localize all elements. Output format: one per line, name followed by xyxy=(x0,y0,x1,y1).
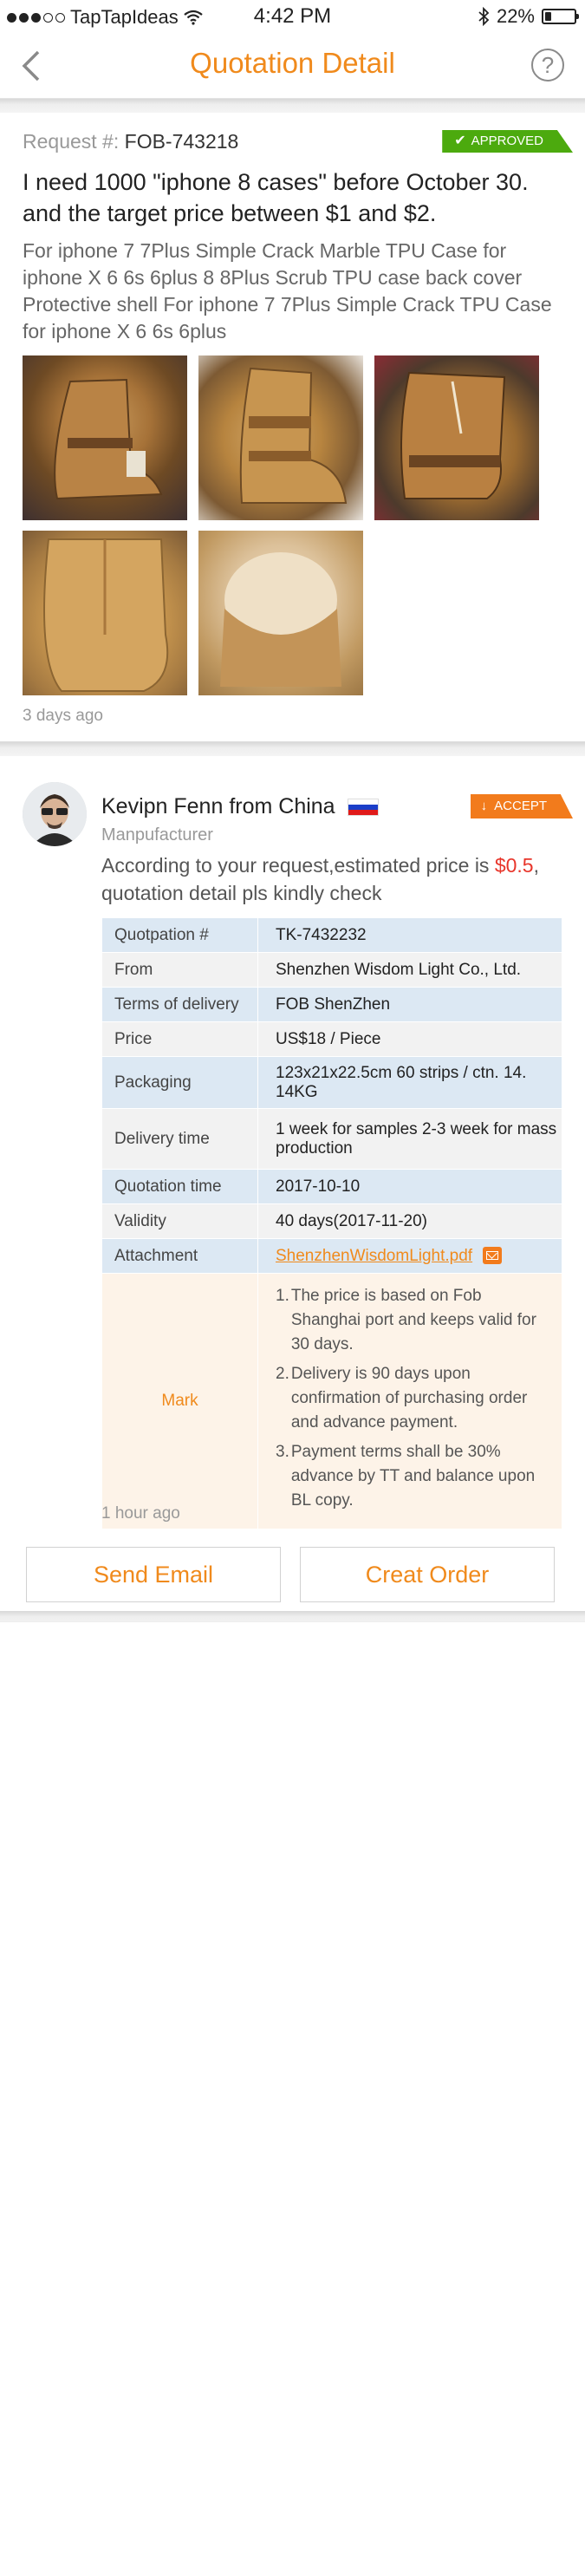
quotation-time-label: Quotation time xyxy=(101,1169,258,1204)
offer-message: According to your request,estimated pric… xyxy=(101,851,569,907)
status-bar: TapTapIdeas 4:42 PM 22% xyxy=(0,0,585,33)
request-description: For iphone 7 7Plus Simple Crack Marble T… xyxy=(23,239,552,342)
request-number: Request #: FOB-743218 xyxy=(23,130,238,153)
section-divider xyxy=(0,99,585,113)
table-row: From Shenzhen Wisdom Light Co., Ltd. xyxy=(101,952,562,988)
delivery-label: Delivery time xyxy=(101,1108,258,1170)
table-row: Terms of delivery FOB ShenZhen xyxy=(101,987,562,1022)
table-row: Attachment ShenzhenWisdomLight.pdf xyxy=(101,1238,562,1274)
table-row: Mark 1. The price is based on Fob Shangha… xyxy=(101,1273,562,1529)
request-card: Request #: FOB-743218 ✔ APPROVED I need … xyxy=(0,113,585,742)
table-row: Quotpation # TK-7432232 xyxy=(101,917,562,953)
approved-label: APPROVED xyxy=(471,134,543,148)
table-row: Delivery time 1 week for samples 2-3 wee… xyxy=(101,1108,562,1170)
boot-photo-4[interactable] xyxy=(23,531,187,695)
terms-value: FOB ShenZhen xyxy=(257,987,562,1022)
accept-label: ACCEPT xyxy=(494,799,547,813)
terms-label: Terms of delivery xyxy=(101,987,258,1022)
check-icon: ✔ xyxy=(454,134,466,148)
mark-notes-cell: 1. The price is based on Fob Shanghai por… xyxy=(257,1273,562,1529)
boot-photo-3[interactable] xyxy=(374,355,539,520)
offer-card: Kevipn Fenn from China Manpufacturer ↓ A… xyxy=(0,756,585,1611)
boot-photo-1[interactable] xyxy=(23,355,187,520)
avatar[interactable] xyxy=(23,782,87,846)
offer-timestamp: 1 hour ago xyxy=(101,1504,180,1523)
list-item: 3. Payment terms shall be 30% advance by … xyxy=(276,1443,536,1510)
attachment-link[interactable]: ShenzhenWisdomLight.pdf xyxy=(276,1247,472,1265)
request-title: I need 1000 "iphone 8 cases" before Octo… xyxy=(23,169,529,226)
table-row: Validity 40 days(2017-11-20) xyxy=(101,1203,562,1239)
quotation-number-label: Quotpation # xyxy=(101,917,258,953)
table-row: Quotation time 2017-10-10 xyxy=(101,1169,562,1204)
seller-role: Manpufacturer xyxy=(101,825,213,845)
attachment-cell: ShenzhenWisdomLight.pdf xyxy=(257,1238,562,1274)
battery-percent: 22% xyxy=(496,5,535,27)
request-number-value: FOB-743218 xyxy=(124,130,239,153)
request-number-label: Request #: xyxy=(23,130,120,153)
from-value: Shenzhen Wisdom Light Co., Ltd. xyxy=(257,952,562,988)
validity-value: 40 days(2017-11-20) xyxy=(257,1203,562,1239)
create-order-button[interactable]: Creat Order xyxy=(300,1547,555,1602)
nav-bar: Quotation Detail ? xyxy=(0,33,585,99)
mail-icon[interactable] xyxy=(483,1247,503,1265)
table-row: Packaging 123x21x22.5cm 60 strips / ctn.… xyxy=(101,1056,562,1109)
price-label: Price xyxy=(101,1021,258,1057)
russia-flag-icon xyxy=(347,798,379,816)
from-label: From xyxy=(101,952,258,988)
empty-content-area xyxy=(0,1621,585,2576)
boot-photo-2[interactable] xyxy=(198,355,363,520)
photo-gallery xyxy=(23,355,560,695)
table-row: Price US$18 / Piece xyxy=(101,1021,562,1057)
bluetooth-icon xyxy=(478,7,490,26)
boot-photo-5[interactable] xyxy=(198,531,363,695)
mark-notes: 1. The price is based on Fob Shanghai por… xyxy=(276,1274,562,1529)
packaging-value: 123x21x22.5cm 60 strips / ctn. 14. 14KG xyxy=(257,1056,562,1109)
status-badge-approved: ✔ APPROVED xyxy=(442,130,573,153)
section-divider xyxy=(0,742,585,756)
mark-label: Mark xyxy=(101,1273,258,1529)
offer-message-prefix: According to your request,estimated pric… xyxy=(101,854,495,877)
price-value: US$18 / Piece xyxy=(257,1021,562,1057)
send-email-button[interactable]: Send Email xyxy=(26,1547,281,1602)
page-title: Quotation Detail xyxy=(190,47,395,79)
quotation-time-value: 2017-10-10 xyxy=(257,1169,562,1204)
quotation-number-value: TK-7432232 xyxy=(257,917,562,953)
arrow-down-icon: ↓ xyxy=(480,799,488,813)
delivery-value: 1 week for samples 2-3 week for mass pro… xyxy=(257,1108,562,1170)
seller-name-text: Kevipn Fenn from China xyxy=(101,794,335,818)
validity-label: Validity xyxy=(101,1203,258,1239)
battery-icon xyxy=(542,9,579,24)
accept-button[interactable]: ↓ ACCEPT xyxy=(470,794,573,818)
request-timestamp: 3 days ago xyxy=(23,707,103,725)
packaging-label: Packaging xyxy=(101,1056,258,1109)
status-right: 22% xyxy=(478,5,579,28)
list-item: 1. The price is based on Fob Shanghai por… xyxy=(276,1287,536,1353)
attachment-label: Attachment xyxy=(101,1238,258,1274)
estimated-price: $0.5 xyxy=(494,854,534,877)
quotation-details-table: Quotpation # TK-7432232 From Shenzhen Wi… xyxy=(101,917,562,1529)
seller-name: Kevipn Fenn from China xyxy=(101,794,379,819)
help-circle-icon[interactable]: ? xyxy=(531,49,564,82)
list-item: 2. Delivery is 90 days upon confirmation … xyxy=(276,1365,528,1431)
battery-fill xyxy=(545,12,551,21)
